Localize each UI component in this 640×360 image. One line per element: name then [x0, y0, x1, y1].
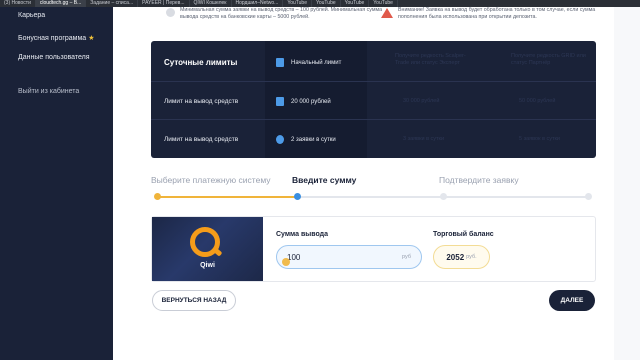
browser-tab[interactable]: PAYEER | Перев...: [138, 0, 190, 7]
sidebar-item-bonus[interactable]: Бонусная программа ★: [18, 34, 94, 42]
step-confirm: Подтвердите заявку: [439, 175, 519, 185]
amount-label: Сумма вывода: [276, 231, 328, 238]
balance-label: Торговый баланс: [433, 231, 494, 238]
min-amount-notice: Минимальная сумма заявки на вывод средст…: [180, 7, 383, 20]
limit-locked-value: 30 000 рублей: [403, 98, 440, 104]
tier-locked-2: Получите редкость GRID или статус Партнё…: [511, 53, 586, 66]
step-dot-done: [154, 193, 161, 200]
warning-notice: Внимание! Заявка на вывод будет обработа…: [398, 7, 596, 20]
sidebar-item-label: Карьера: [18, 12, 46, 19]
star-icon: ★: [88, 35, 95, 42]
browser-tab[interactable]: (3) Новости: [0, 0, 36, 7]
amount-input[interactable]: [287, 252, 387, 262]
daily-limits-panel: Суточные лимиты Начальный лимит Получите…: [151, 41, 596, 158]
warning-icon: [381, 8, 393, 18]
step-choose-system[interactable]: Выберите платежную систему: [151, 175, 271, 185]
tier-label: Начальный лимит: [291, 59, 342, 66]
sidebar: Карьера Бонусная программа ★ Данные польз…: [0, 7, 113, 360]
limit-locked-value: 3 заявки в сутки: [403, 136, 445, 142]
sidebar-item-logout[interactable]: Выйти из кабинета: [18, 88, 79, 95]
step-progress-done: [157, 196, 297, 198]
info-icon: [166, 8, 175, 17]
limit-amount: 2 заявки в сутки: [291, 136, 336, 143]
qiwi-logo-icon-tail: [211, 246, 223, 257]
qiwi-label: Qiwi: [200, 262, 215, 269]
amount-currency: руб: [402, 254, 411, 260]
sidebar-item-career[interactable]: Карьера: [18, 12, 45, 19]
browser-tab[interactable]: YouTube: [341, 0, 370, 7]
browser-tab[interactable]: Задание – списа...: [86, 0, 139, 7]
limit-row-value: 20 000 рублей: [276, 97, 331, 106]
browser-tab[interactable]: YouTube: [283, 0, 312, 7]
step-dot-pending: [585, 193, 592, 200]
tier-icon: [276, 58, 284, 67]
browser-tab[interactable]: YouTube: [312, 0, 341, 7]
sidebar-item-label: Бонусная программа: [18, 35, 87, 42]
amount-field[interactable]: руб: [276, 245, 422, 269]
mouse-cursor-icon: [282, 258, 290, 266]
limit-locked-value: 50 000 рублей: [519, 98, 556, 104]
limit-row-label: Лимит на вывод средств: [164, 98, 239, 105]
withdraw-stepper: Выберите платежную систему Введите сумму…: [151, 172, 596, 202]
limit-amount: 20 000 рублей: [291, 98, 331, 105]
limit-row: Лимит на вывод средств 2 заявки в сутки …: [151, 119, 596, 158]
sidebar-item-label: Выйти из кабинета: [18, 88, 80, 95]
browser-tab-bar: (3) Новости cloudtech.gg – В... Задание – …: [0, 0, 640, 7]
next-button[interactable]: ДАЛЕЕ: [549, 290, 595, 311]
sidebar-item-label: Данные пользователя: [18, 54, 90, 61]
browser-tab[interactable]: cloudtech.gg – В...: [35, 0, 87, 7]
sidebar-item-user-data[interactable]: Данные пользователя: [18, 54, 90, 61]
limits-title: Суточные лимиты: [164, 58, 238, 67]
tier-current: Начальный лимит: [276, 58, 341, 67]
limit-row: Лимит на вывод средств 20 000 рублей 30 …: [151, 81, 596, 119]
hourglass-icon: [276, 135, 284, 144]
balance-currency: руб.: [466, 254, 477, 260]
step-dot-active: [294, 193, 301, 200]
browser-tab[interactable]: QIWI Кошелек: [190, 0, 232, 7]
page-margin: [614, 7, 640, 360]
limit-row-label: Лимит на вывод средств: [164, 136, 239, 143]
withdraw-icon: [276, 97, 284, 106]
limit-row-value: 2 заявки в сутки: [276, 135, 336, 144]
step-dot-pending: [440, 193, 447, 200]
balance-value: 2052: [446, 252, 465, 262]
browser-tab[interactable]: YouTube: [369, 0, 398, 7]
back-button[interactable]: ВЕРНУТЬСЯ НАЗАД: [152, 290, 236, 311]
limit-locked-value: 5 заявок в сутки: [519, 136, 560, 142]
browser-tab[interactable]: Нордшил–Netwo...: [232, 0, 284, 7]
balance-display: 2052 руб.: [433, 245, 490, 269]
qiwi-method[interactable]: Qiwi: [152, 217, 263, 281]
tier-locked-1: Получите редкость Scalper-Trade или стат…: [395, 53, 466, 66]
step-enter-amount[interactable]: Введите сумму: [292, 175, 356, 185]
